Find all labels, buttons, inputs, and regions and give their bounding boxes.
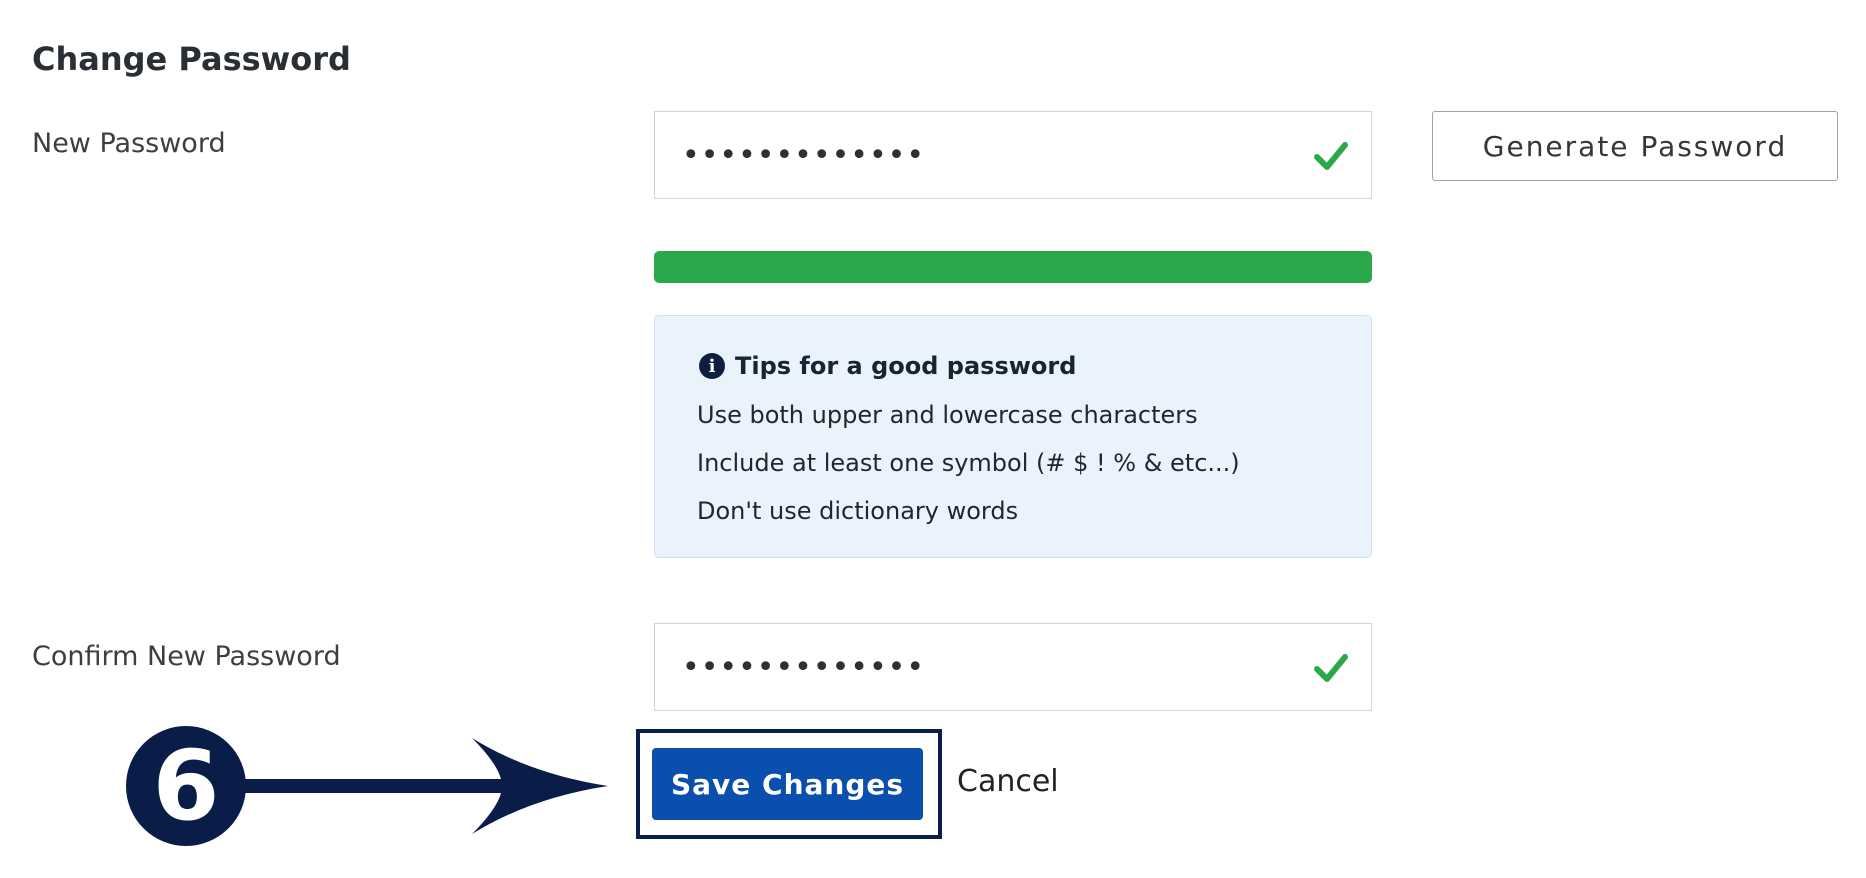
confirm-password-label: Confirm New Password xyxy=(32,641,341,672)
password-strength-fill xyxy=(654,251,1372,283)
password-tips-panel: i Tips for a good password Use both uppe… xyxy=(654,315,1372,558)
check-icon xyxy=(1314,654,1348,682)
pointer-arrow xyxy=(230,738,608,834)
confirm-password-value: ••••••••••••• xyxy=(682,649,926,685)
tips-heading-text: Tips for a good password xyxy=(735,352,1077,380)
tip-item: Don't use dictionary words xyxy=(697,497,1019,525)
tips-heading: i Tips for a good password xyxy=(699,352,1076,380)
save-changes-button[interactable]: Save Changes xyxy=(652,748,923,820)
new-password-field[interactable]: ••••••••••••• xyxy=(654,111,1372,199)
info-circle-icon: i xyxy=(699,353,725,379)
tip-item: Include at least one symbol (# $ ! % & e… xyxy=(697,449,1240,477)
step-number-badge: 6 xyxy=(126,726,246,846)
new-password-label: New Password xyxy=(32,128,226,159)
confirm-password-field[interactable]: ••••••••••••• xyxy=(654,623,1372,711)
page-title: Change Password xyxy=(32,40,351,78)
generate-password-button[interactable]: Generate Password xyxy=(1432,111,1838,181)
password-strength-meter xyxy=(654,251,1372,283)
tip-item: Use both upper and lowercase characters xyxy=(697,401,1198,429)
cancel-link[interactable]: Cancel xyxy=(957,764,1059,799)
check-icon xyxy=(1314,142,1348,170)
new-password-value: ••••••••••••• xyxy=(682,137,926,173)
